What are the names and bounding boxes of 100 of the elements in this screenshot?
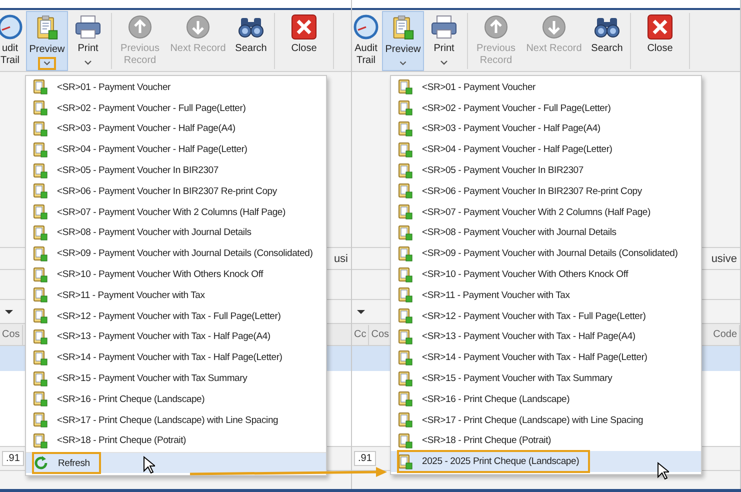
menu-item[interactable]: <SR>14 - Payment Voucher with Tax - Half Page(Letter) [391,347,701,368]
report-icon [398,287,413,304]
printer-icon [430,14,458,40]
menu-item[interactable]: <SR>15 - Payment Voucher with Tax Summary [26,368,326,389]
print-button[interactable]: Print [68,11,108,71]
report-icon [33,308,48,324]
menu-item[interactable]: <SR>11 - Payment Voucher with Tax [26,284,326,306]
menu-item[interactable]: <SR>15 - Payment Voucher with Tax Summary [391,368,701,389]
menu-item[interactable]: <SR>17 - Print Cheque (Landscape) with Line Spacing [26,410,326,431]
menu-item[interactable]: <SR>18 - Print Cheque (Potrait) [391,430,701,452]
printer-icon [74,14,102,40]
menu-item[interactable]: <SR>09 - Payment Voucher with Journal Details (Consolidated) [391,243,701,264]
menu-item[interactable]: <SR>16 - Print Cheque (Landscape) [26,388,326,410]
refresh-icon [33,455,49,472]
close-button[interactable]: Close [278,11,330,71]
menu-item[interactable]: <SR>10 - Payment Voucher With Others Knock Off [391,264,701,285]
menu-item[interactable]: <SR>10 - Payment Voucher With Others Knock Off [26,264,326,285]
report-icon [33,224,48,241]
menu-item[interactable]: <SR>01 - Payment Voucher [391,77,701,98]
report-icon [398,204,413,220]
menu-item[interactable]: <SR>17 - Print Cheque (Landscape) with Line Spacing [391,410,701,431]
report-icon [398,100,413,116]
close-icon [647,14,673,40]
menu-item[interactable]: <SR>12 - Payment Voucher with Tax - Full Page(Letter) [391,306,701,327]
field-label: usive [710,252,738,264]
caret-icon[interactable] [38,56,56,70]
menu-item[interactable]: <SR>03 - Payment Voucher - Half Page(A4) [26,118,326,140]
menu-item[interactable]: <SR>08 - Payment Voucher with Journal Details [391,222,701,244]
report-icon [398,224,413,241]
report-icon [398,183,413,200]
report-icon [33,246,48,262]
report-icon [398,79,413,96]
report-icon [33,391,48,408]
report-icon [33,204,48,220]
menu-item[interactable]: <SR>07 - Payment Voucher With 2 Columns (Half Page) [391,202,701,223]
dropdown-arrow-icon[interactable] [356,308,366,316]
report-icon [33,350,48,366]
total-cell: .91 [2,451,24,466]
column-header: Cos [0,324,23,344]
total-cell: .91 [354,451,376,466]
column-header: Cc [352,324,370,344]
column-header: Code [711,324,740,344]
dropdown-arrow-icon[interactable] [4,308,14,316]
audit-button[interactable]: Audit Trail [352,11,382,71]
cursor-icon [143,456,155,474]
menu-item[interactable]: <SR>02 - Payment Voucher - Full Page(Letter) [26,98,326,119]
gauge-icon [0,14,23,40]
menu-item[interactable]: <SR>02 - Payment Voucher - Full Page(Letter) [391,98,701,119]
search-button[interactable]: Search [231,11,271,71]
audit-button[interactable]: udit Trail [0,11,26,71]
menu-item[interactable]: <SR>06 - Payment Voucher In BIR2307 Re-print Copy [26,180,326,202]
report-icon [398,266,413,283]
menu-item[interactable]: <SR>05 - Payment Voucher In BIR2307 [26,160,326,181]
preview-button[interactable]: Preview [26,11,68,71]
menu-item[interactable]: Refresh [26,452,326,474]
menu-item[interactable]: <SR>01 - Payment Voucher [26,77,326,98]
report-icon [398,328,413,345]
menu-item[interactable]: <SR>06 - Payment Voucher In BIR2307 Re-print Copy [391,180,701,202]
report-icon [398,162,413,179]
menu-item[interactable]: 2025 - 2025 Print Cheque (Landscape) [391,451,701,472]
report-icon [33,370,48,387]
menu-item[interactable]: <SR>13 - Payment Voucher with Tax - Half Page(A4) [391,326,701,348]
report-icon [398,246,413,262]
report-icon [398,308,413,324]
menu-item[interactable]: <SR>08 - Payment Voucher with Journal Details [26,222,326,244]
report-icon [398,412,413,428]
preview-button[interactable]: Preview [382,11,424,71]
print-button[interactable]: Print [424,11,464,71]
menu-item[interactable]: <SR>12 - Payment Voucher with Tax - Full Page(Letter) [26,306,326,327]
report-icon [33,100,48,116]
report-icon [33,79,48,96]
menu-item[interactable]: <SR>16 - Print Cheque (Landscape) [391,388,701,410]
report-icon [398,370,413,387]
report-icon [398,142,413,158]
menu-item[interactable]: <SR>13 - Payment Voucher with Tax - Half Page(A4) [26,326,326,348]
report-icon [33,183,48,200]
report-icon [33,162,48,179]
menu-item[interactable]: <SR>07 - Payment Voucher With 2 Columns (Half Page) [26,202,326,223]
search-button[interactable]: Search [587,11,627,71]
report-icon [33,287,48,304]
report-icon [33,120,48,137]
close-button[interactable]: Close [634,11,686,71]
menu-item[interactable]: <SR>18 - Print Cheque (Potrait) [26,430,326,452]
menu-item[interactable]: <SR>05 - Payment Voucher In BIR2307 [391,160,701,181]
report-icon [398,350,413,366]
close-icon [291,14,317,40]
menu-item[interactable]: <SR>03 - Payment Voucher - Half Page(A4) [391,118,701,140]
gauge-icon [353,14,379,40]
menu-item[interactable]: <SR>11 - Payment Voucher with Tax [391,284,701,306]
menu-item[interactable]: <SR>04 - Payment Voucher - Half Page(Letter) [391,139,701,160]
menu-item[interactable]: <SR>09 - Payment Voucher with Journal Details (Consolidated) [26,243,326,264]
report-icon [33,432,48,449]
menu-item[interactable]: <SR>04 - Payment Voucher - Half Page(Letter) [26,139,326,160]
report-icon [33,142,48,158]
report-icon [398,454,413,470]
report-icon [398,391,413,408]
report-icon [398,120,413,137]
menu-item[interactable]: <SR>14 - Payment Voucher with Tax - Half Page(Letter) [26,347,326,368]
report-icon [33,412,48,428]
report-icon [398,432,413,449]
